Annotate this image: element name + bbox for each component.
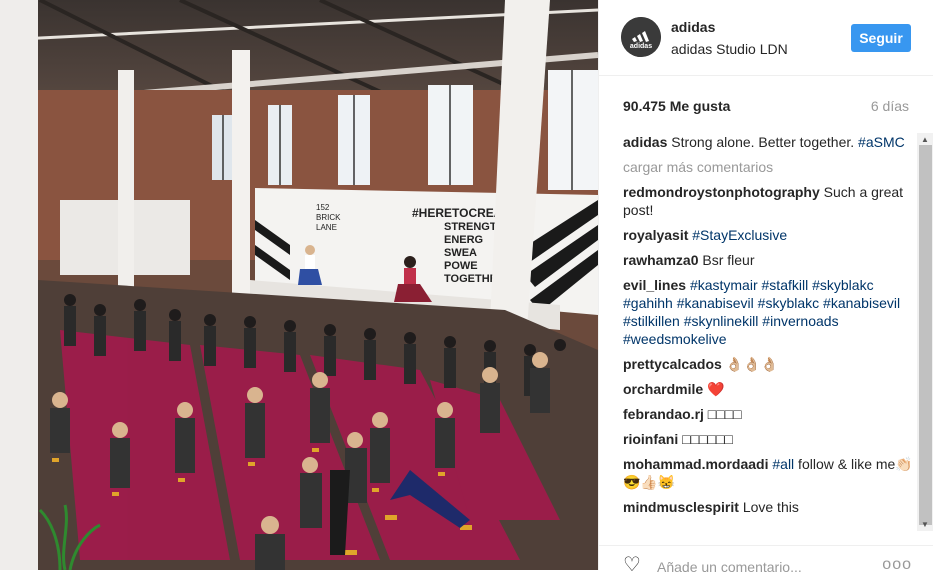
comment-item: royalyasit #StayExclusive xyxy=(623,226,913,244)
comments-list: adidas Strong alone. Better together. #a… xyxy=(623,133,913,531)
hashtag-link[interactable]: #skyblakc xyxy=(812,277,873,293)
comment-item: prettycalcados 👌🏼👌🏼👌🏼 xyxy=(623,355,913,373)
post-sidebar: adidas adidas adidas Studio LDN Seguir 9… xyxy=(598,0,933,575)
avatar[interactable]: adidas xyxy=(621,17,661,57)
follow-button[interactable]: Seguir xyxy=(851,24,911,52)
hashtag-link[interactable]: #StayExclusive xyxy=(692,227,787,243)
comment-username[interactable]: orchardmile xyxy=(623,381,703,397)
comment-text: □□□□ xyxy=(707,406,742,422)
comment-username[interactable]: redmondroystonphotography xyxy=(623,184,820,200)
comment-text: ❤️ xyxy=(707,381,725,397)
heart-icon[interactable]: ♡ xyxy=(623,555,641,575)
comment-username[interactable]: mohammad.mordaadi xyxy=(623,456,768,472)
svg-text:152: 152 xyxy=(316,203,330,212)
svg-text:STRENGT: STRENGT xyxy=(444,221,497,233)
location-link[interactable]: adidas Studio LDN xyxy=(671,41,788,57)
svg-text:POWE: POWE xyxy=(444,260,478,272)
svg-text:SWEA: SWEA xyxy=(444,247,477,259)
scrollbar-thumb[interactable] xyxy=(919,145,932,525)
comment-item: mindmusclespirit Love this xyxy=(623,498,913,516)
comment-text: Strong alone. Better together. xyxy=(671,134,859,150)
adidas-logo-icon: adidas xyxy=(621,17,661,57)
hashtag-link[interactable]: #kastymair xyxy=(690,277,758,293)
post-header: adidas adidas adidas Studio LDN Seguir xyxy=(599,0,933,76)
comment-item: febrandao.rj □□□□ xyxy=(623,405,913,423)
hashtag-link[interactable]: #weedsmokelive xyxy=(623,331,727,347)
comment-item: rawhamza0 Bsr fleur xyxy=(623,251,913,269)
hashtag-link[interactable]: #kanabisevil xyxy=(823,295,900,311)
comment-item: redmondroystonphotography Such a great p… xyxy=(623,183,913,219)
username[interactable]: adidas xyxy=(671,19,715,35)
comment-username[interactable]: prettycalcados xyxy=(623,356,722,372)
comment-username[interactable]: mindmusclespirit xyxy=(623,499,739,515)
hashtag-link[interactable]: #skynlinekill xyxy=(684,313,759,329)
hashtag-link[interactable]: #invernoads xyxy=(762,313,838,329)
hashtag-link[interactable]: #kanabisevil xyxy=(677,295,754,311)
hashtag-link[interactable]: #gahihh xyxy=(623,295,673,311)
more-options-icon[interactable]: ooo xyxy=(882,556,912,574)
comment-username[interactable]: febrandao.rj xyxy=(623,406,704,422)
scroll-down-icon[interactable]: ▼ xyxy=(921,520,929,529)
hashtag-link[interactable]: #aSMC xyxy=(858,134,905,150)
comments-scrollbar[interactable]: ▲ ▼ xyxy=(917,133,933,531)
hashtag-link[interactable]: #skyblakc xyxy=(758,295,819,311)
comment-username[interactable]: royalyasit xyxy=(623,227,688,243)
hashtag-link[interactable]: #stafkill xyxy=(762,277,809,293)
scroll-up-icon[interactable]: ▲ xyxy=(921,135,929,144)
comment-bar: ♡ Añade un comentario... ooo xyxy=(599,545,933,575)
comment-item: rioinfani □□□□□□ xyxy=(623,430,913,448)
comment-text: Bsr fleur xyxy=(702,252,755,268)
svg-text:ENERG: ENERG xyxy=(444,234,483,246)
hashtag-link[interactable]: #all xyxy=(772,456,794,472)
svg-text:adidas: adidas xyxy=(630,43,652,50)
comment-item: mohammad.mordaadi #all follow & like me👏… xyxy=(623,455,913,491)
add-comment-input[interactable]: Añade un comentario... xyxy=(657,559,802,575)
post-age[interactable]: 6 días xyxy=(871,98,909,114)
comment-item: adidas Strong alone. Better together. #a… xyxy=(623,133,913,151)
comment-text: □□□□□□ xyxy=(682,431,733,447)
comment-text: 👌🏼👌🏼👌🏼 xyxy=(725,356,779,372)
hashtag-link[interactable]: #stilkillen xyxy=(623,313,680,329)
post-photo[interactable]: #HERETOCREAT STRENGT ENERG SWEA POWE TOG… xyxy=(0,0,598,570)
comment-username[interactable]: rawhamza0 xyxy=(623,252,698,268)
load-more-comments-link[interactable]: cargar más comentarios xyxy=(623,158,913,176)
comment-item: orchardmile ❤️ xyxy=(623,380,913,398)
svg-text:BRICK: BRICK xyxy=(316,213,341,222)
comment-username[interactable]: evil_lines xyxy=(623,277,686,293)
comment-username[interactable]: adidas xyxy=(623,134,667,150)
svg-text:TOGETHE: TOGETHE xyxy=(444,273,497,285)
likes-count[interactable]: 90.475 Me gusta xyxy=(623,98,730,114)
comment-username[interactable]: rioinfani xyxy=(623,431,678,447)
svg-text:LANE: LANE xyxy=(316,223,337,232)
post-photo-image: #HERETOCREAT STRENGT ENERG SWEA POWE TOG… xyxy=(0,0,598,570)
comment-item: evil_lines #kastymair #stafkill #skyblak… xyxy=(623,276,913,348)
comment-text: Love this xyxy=(742,499,799,515)
